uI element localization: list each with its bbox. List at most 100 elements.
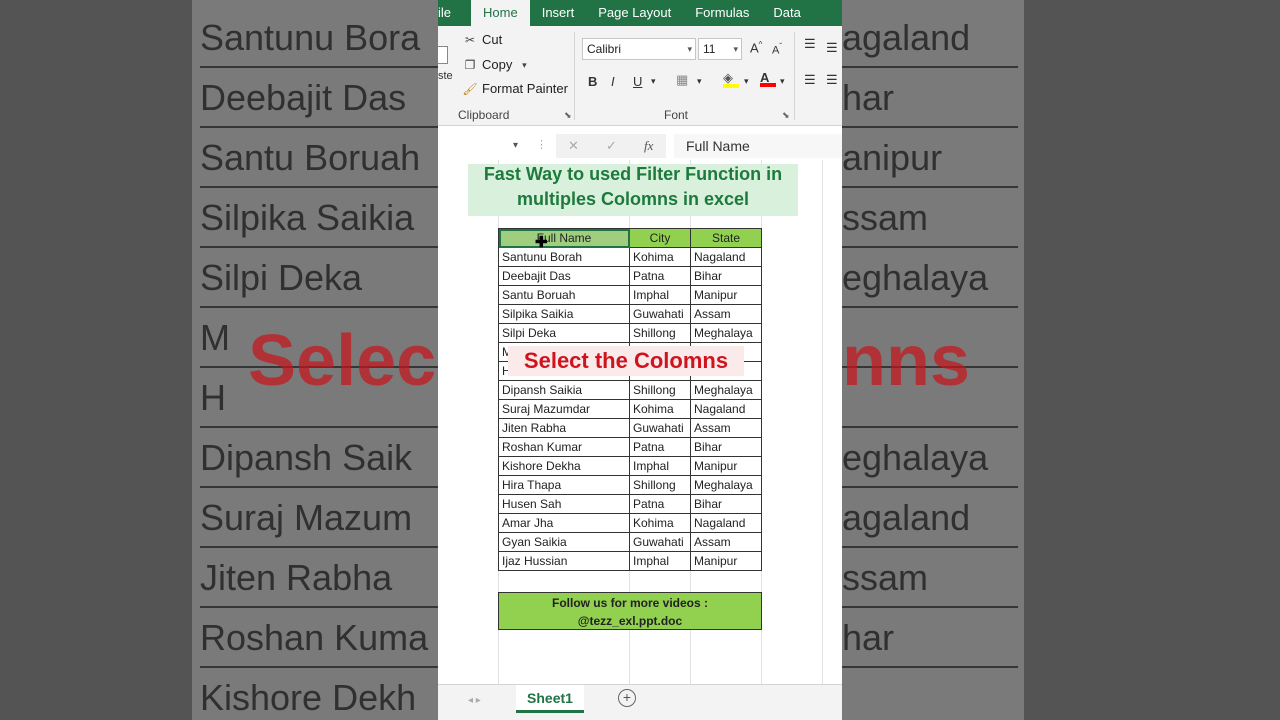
cell-full-name[interactable]: Gyan Saikia <box>498 532 630 552</box>
tab-insert[interactable]: Insert <box>530 0 587 26</box>
follow-banner: Follow us for more videos : @tezz_exl.pp… <box>498 592 762 630</box>
format-painter-button[interactable]: 🖌 Format Painter <box>462 81 568 96</box>
header-city[interactable]: City <box>629 228 691 248</box>
cell-state[interactable]: Meghalaya <box>690 380 762 400</box>
enter-icon[interactable]: ✓ <box>606 138 617 154</box>
fill-color-icon[interactable]: ◈ <box>723 70 739 88</box>
cell-state[interactable]: Bihar <box>690 266 762 286</box>
cell-state[interactable]: Assam <box>690 304 762 324</box>
bold-button[interactable]: B <box>588 74 597 89</box>
cell-city[interactable]: Kohima <box>629 247 691 267</box>
font-launcher-icon[interactable]: ⬊ <box>782 110 790 121</box>
name-box[interactable]: ▾ <box>438 134 522 158</box>
cell-full-name[interactable]: Kishore Dekha <box>498 456 630 476</box>
align-top-icon[interactable]: ☰ <box>804 36 816 52</box>
cell-state[interactable]: Nagaland <box>690 513 762 533</box>
add-sheet-icon[interactable]: + <box>618 689 636 707</box>
cell-state[interactable]: Manipur <box>690 456 762 476</box>
cell-state[interactable]: Assam <box>690 532 762 552</box>
cell-city[interactable]: Imphal <box>629 551 691 571</box>
header-state[interactable]: State <box>690 228 762 248</box>
font-size-value: 11 <box>703 42 716 56</box>
background-caption-left: Selec <box>248 321 437 401</box>
formula-input[interactable]: Full Name <box>674 134 842 158</box>
cell-full-name[interactable]: Deebajit Das <box>498 266 630 286</box>
cell-full-name[interactable]: Jiten Rabha <box>498 418 630 438</box>
video-title-line1: Fast Way to used Filter Function in <box>483 164 783 184</box>
chevron-down-icon[interactable]: ▾ <box>780 76 785 87</box>
table-row: Deebajit Das Patna Bihar <box>498 266 762 286</box>
italic-button[interactable]: I <box>611 74 615 89</box>
cell-full-name[interactable]: Roshan Kumar <box>498 437 630 457</box>
cell-full-name[interactable]: Santunu Borah <box>498 247 630 267</box>
tab-data[interactable]: Data <box>761 0 812 26</box>
cell-city[interactable]: Patna <box>629 494 691 514</box>
cell-full-name[interactable]: Amar Jha <box>498 513 630 533</box>
chevron-down-icon[interactable]: ▾ <box>651 76 656 87</box>
cell-city[interactable]: Shillong <box>629 475 691 495</box>
cell-full-name[interactable]: Ijaz Hussian <box>498 551 630 571</box>
cell-city[interactable]: Guwahati <box>629 304 691 324</box>
cell-state[interactable]: Bihar <box>690 437 762 457</box>
grow-font-icon[interactable]: A^ <box>750 40 762 55</box>
insert-function-icon[interactable]: fx <box>644 138 653 154</box>
cell-state[interactable]: Meghalaya <box>690 475 762 495</box>
cell-state[interactable]: Manipur <box>690 551 762 571</box>
cell-full-name[interactable]: Husen Sah <box>498 494 630 514</box>
font-group-label: Font <box>664 108 689 122</box>
cell-state[interactable]: Nagaland <box>690 247 762 267</box>
cell-full-name[interactable]: Santu Boruah <box>498 285 630 305</box>
tab-home[interactable]: Home <box>471 0 530 26</box>
cell-state[interactable]: Meghalaya <box>690 323 762 343</box>
cell-full-name[interactable]: Suraj Mazumdar <box>498 399 630 419</box>
cell-city[interactable]: Guwahati <box>629 418 691 438</box>
chevron-down-icon[interactable]: ▾ <box>516 58 532 72</box>
align-center-icon[interactable]: ☰ <box>826 72 838 88</box>
underline-button[interactable]: U <box>633 74 642 89</box>
cell-city[interactable]: Shillong <box>629 380 691 400</box>
sheet-nav-arrows-icon[interactable]: ◂ ▸ <box>468 695 481 706</box>
cell-state[interactable]: Assam <box>690 418 762 438</box>
font-size-select[interactable]: 11 ▾ <box>698 38 742 60</box>
cell-city[interactable]: Guwahati <box>629 532 691 552</box>
paste-label[interactable]: ste <box>438 70 453 82</box>
font-family-select[interactable]: Calibri ▾ <box>582 38 696 60</box>
align-left-icon[interactable]: ☰ <box>804 72 816 88</box>
cell-city[interactable]: Kohima <box>629 513 691 533</box>
cut-button[interactable]: ✂ Cut <box>462 32 502 47</box>
cell-full-name[interactable]: Silpika Saikia <box>498 304 630 324</box>
worksheet-grid[interactable]: Fast Way to used Filter Function in mult… <box>438 160 842 684</box>
font-color-icon[interactable]: A <box>760 70 776 87</box>
cell-city[interactable]: Patna <box>629 437 691 457</box>
cell-state[interactable]: Nagaland <box>690 399 762 419</box>
video-title-line2: multiples Colomns in excel <box>516 189 750 209</box>
align-middle-icon[interactable]: ☰ <box>826 40 838 56</box>
header-full-name[interactable]: Full Name <box>498 228 630 248</box>
cell-city[interactable]: Imphal <box>629 456 691 476</box>
cancel-icon[interactable]: ✕ <box>568 138 579 154</box>
paste-icon[interactable] <box>438 46 448 64</box>
cell-city[interactable]: Shillong <box>629 323 691 343</box>
cell-full-name[interactable]: Hira Thapa <box>498 475 630 495</box>
table-row: Dipansh Saikia Shillong Meghalaya <box>498 380 762 400</box>
cell-state[interactable]: Bihar <box>690 494 762 514</box>
cell-state[interactable]: Manipur <box>690 285 762 305</box>
cell-full-name[interactable]: Dipansh Saikia <box>498 380 630 400</box>
chevron-down-icon[interactable]: ▾ <box>744 76 749 87</box>
sheet-tab[interactable]: Sheet1 <box>516 685 584 713</box>
tab-formulas[interactable]: Formulas <box>683 0 761 26</box>
cell-city[interactable]: Imphal <box>629 285 691 305</box>
column-gridline <box>822 160 823 684</box>
excel-window: ile Home Insert Page Layout Formulas Data ste… <box>438 0 842 720</box>
tab-page-layout[interactable]: Page Layout <box>586 0 683 26</box>
shrink-font-icon[interactable]: Aˇ <box>772 42 782 57</box>
cell-full-name[interactable]: Silpi Deka <box>498 323 630 343</box>
paintbrush-icon: 🖌 <box>462 81 478 96</box>
clipboard-launcher-icon[interactable]: ⬊ <box>564 110 572 121</box>
tab-ile[interactable]: ile <box>438 0 471 26</box>
cell-city[interactable]: Kohima <box>629 399 691 419</box>
borders-icon[interactable]: ▦ <box>676 72 688 88</box>
chevron-down-icon[interactable]: ▾ <box>697 76 702 87</box>
cell-city[interactable]: Patna <box>629 266 691 286</box>
copy-button[interactable]: ❐ Copy ▾ <box>462 57 532 72</box>
